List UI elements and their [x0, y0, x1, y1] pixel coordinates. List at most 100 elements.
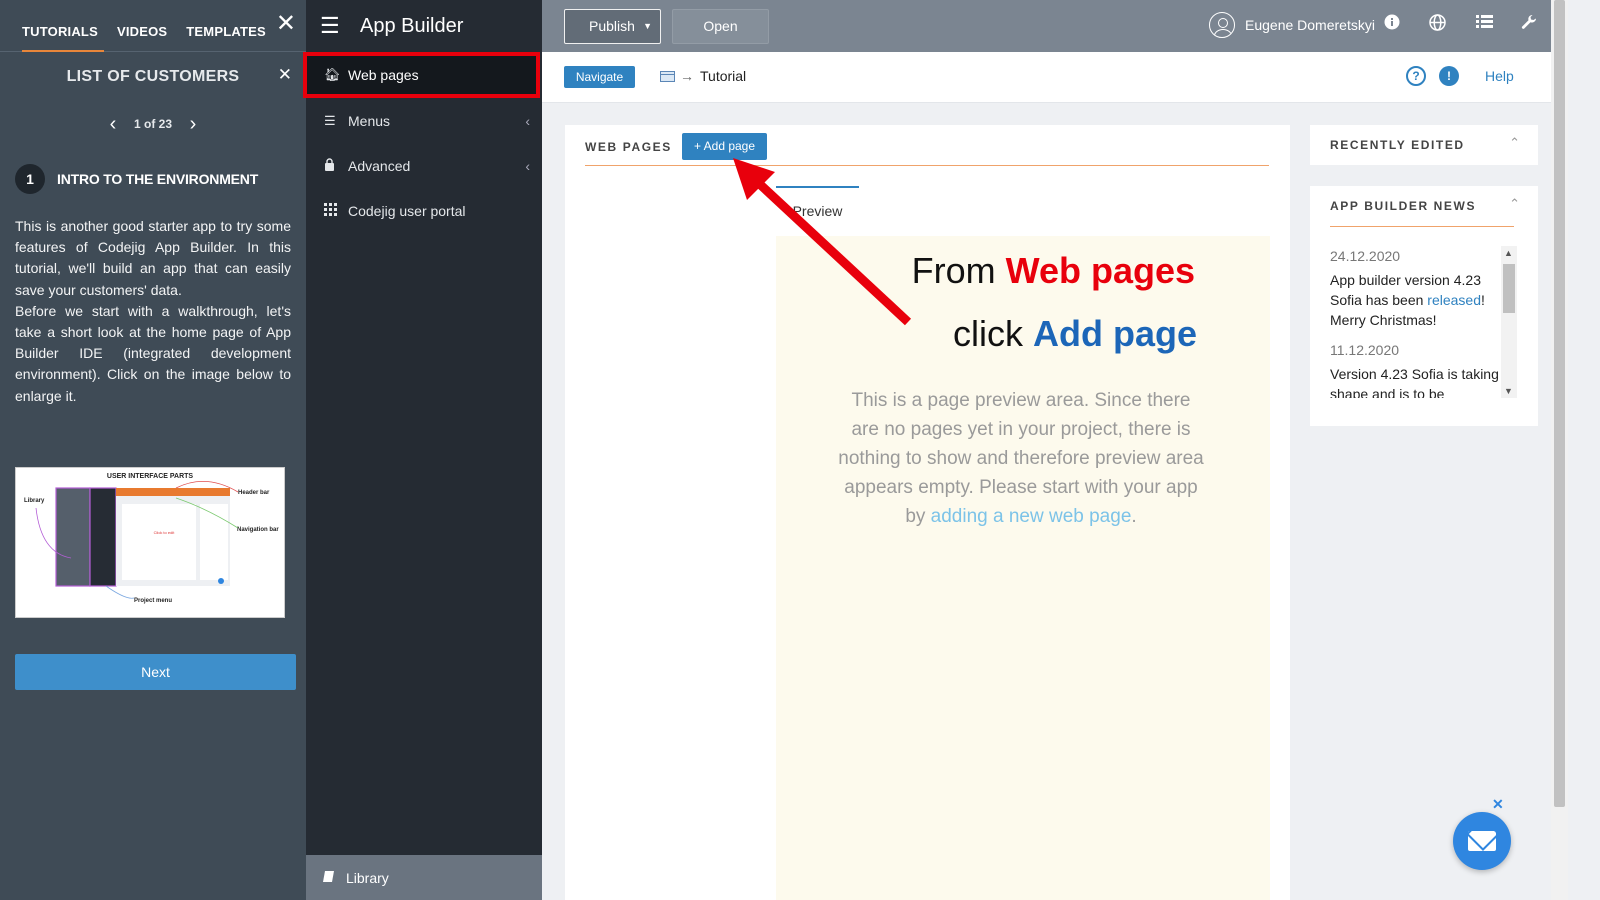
- news-list: 24.12.2020 App builder version 4.23 Sofi…: [1330, 246, 1500, 398]
- chevron-up-icon[interactable]: ⌃: [1509, 196, 1520, 212]
- project-sidebar: ☰ App Builder 🏠︎ Web pages ☰ Menus ‹ Adv…: [303, 0, 542, 900]
- breadcrumb-item[interactable]: Tutorial: [700, 68, 746, 84]
- sidebar-item-label: Codejig user portal: [348, 202, 466, 219]
- user-menu[interactable]: Eugene Domeretskyi: [1209, 12, 1375, 38]
- scroll-up-icon[interactable]: ▲: [1504, 248, 1513, 258]
- tutorial-tabs: TUTORIALS VIDEOS TEMPLATES ✕: [0, 0, 306, 52]
- navigate-button[interactable]: Navigate: [564, 66, 635, 88]
- tutorial-title: LIST OF CUSTOMERS: [66, 68, 240, 85]
- news-title: APP BUILDER NEWS: [1330, 199, 1477, 213]
- callout-line-1: From Web pages: [912, 250, 1195, 292]
- add-web-page-link[interactable]: adding a new web page: [931, 506, 1132, 527]
- preview-message: This is a page preview area. Since there…: [836, 386, 1206, 531]
- hamburger-menu-icon[interactable]: ☰: [320, 13, 348, 39]
- pager-text: 1 of 23: [133, 117, 172, 131]
- chat-button[interactable]: [1453, 812, 1511, 870]
- page-scroll-thumb[interactable]: [1554, 0, 1565, 807]
- tab-videos[interactable]: VIDEOS: [117, 0, 167, 52]
- scroll-down-icon[interactable]: ▼: [1504, 386, 1513, 396]
- news-divider: [1330, 226, 1514, 227]
- breadcrumb: → Tutorial: [660, 68, 746, 84]
- close-chat-icon[interactable]: ✕: [1492, 796, 1504, 813]
- help-link[interactable]: Help: [1485, 68, 1514, 84]
- news-entry: 11.12.2020 Version 4.23 Sofia is taking …: [1330, 340, 1500, 398]
- ui-parts-image[interactable]: USER INTERFACE PARTS Library Header bar …: [15, 467, 285, 618]
- library-button[interactable]: Library: [306, 855, 542, 900]
- news-date: 11.12.2020: [1330, 342, 1400, 358]
- arrow-right-icon: →: [680, 68, 694, 84]
- callout-prefix-1: From: [911, 250, 1006, 291]
- sidebar-menu: 🏠︎ Web pages ☰ Menus ‹ Advanced ‹ Codeji…: [303, 52, 542, 233]
- header-bar: Publish ▼ Open Eugene Domeretskyi: [542, 0, 1568, 52]
- panel-header: WEB PAGES + Add page: [585, 133, 1269, 166]
- news-scrollbar[interactable]: ▲ ▼: [1501, 246, 1517, 398]
- globe-icon[interactable]: [1429, 14, 1446, 36]
- sidebar-item-label: Menus: [348, 112, 391, 129]
- sidebar-item-advanced[interactable]: Advanced ‹: [306, 143, 542, 188]
- lock-icon: [324, 157, 348, 174]
- sidebar-header: ☰ App Builder: [306, 0, 542, 52]
- diagram-label-header: Header bar: [238, 490, 270, 496]
- web-pages-panel: WEB PAGES + Add page Preview From Web pa…: [565, 125, 1290, 900]
- news-scroll-thumb[interactable]: [1503, 264, 1515, 313]
- tab-templates[interactable]: TEMPLATES: [186, 0, 266, 52]
- recently-edited-panel: RECENTLY EDITED ⌃: [1310, 125, 1538, 165]
- diagram-title: USER INTERFACE PARTS: [107, 473, 194, 480]
- sidebar-item-label: Web pages: [348, 67, 419, 83]
- tutorial-text-p2: Before we start with a walkthrough, let'…: [15, 302, 291, 404]
- step-title: INTRO TO THE ENVIRONMENT: [57, 171, 259, 187]
- caret-down-icon: ▼: [643, 21, 652, 31]
- news-panel: APP BUILDER NEWS ⌃ 24.12.2020 App builde…: [1310, 186, 1538, 426]
- alert-badge-icon[interactable]: !: [1439, 66, 1459, 86]
- callout-highlight-add-page: Add page: [1032, 313, 1197, 354]
- tab-tutorials[interactable]: TUTORIALS: [22, 0, 104, 52]
- question-icon[interactable]: ?: [1406, 66, 1426, 86]
- tutorial-text-p1: This is another good starter app to try …: [15, 218, 291, 298]
- diagram-label-library: Library: [24, 498, 45, 504]
- tutorial-text: This is another good starter app to try …: [15, 216, 291, 407]
- chevron-left-icon: ‹: [525, 157, 530, 174]
- open-button[interactable]: Open: [672, 9, 769, 44]
- next-button[interactable]: Next: [15, 654, 296, 690]
- close-list-icon[interactable]: ✕: [278, 65, 292, 85]
- close-tutorial-icon[interactable]: ✕: [276, 12, 296, 36]
- step-header: 1 INTRO TO THE ENVIRONMENT: [0, 162, 306, 196]
- tutorial-panel: TUTORIALS VIDEOS TEMPLATES ✕ LIST OF CUS…: [0, 0, 306, 900]
- pager-prev-icon[interactable]: ‹: [98, 113, 128, 136]
- bars-icon: ☰: [324, 112, 336, 128]
- chevron-left-icon: ‹: [525, 112, 530, 129]
- info-icon[interactable]: [1384, 14, 1400, 35]
- sidebar-item-label: Advanced: [348, 157, 411, 174]
- news-date: 24.12.2020: [1330, 248, 1401, 264]
- grid-icon: [324, 202, 348, 219]
- publish-button[interactable]: Publish ▼: [564, 9, 661, 44]
- red-arrow-annotation: [733, 158, 912, 326]
- sidebar-item-user-portal[interactable]: Codejig user portal: [306, 188, 542, 233]
- window-icon: [660, 70, 675, 82]
- diagram-label-click-to-edit: Click to edit: [154, 530, 176, 535]
- news-text: Version 4.23 Sofia is taking shape and i…: [1330, 366, 1499, 398]
- list-icon[interactable]: [1476, 14, 1493, 34]
- publish-label: Publish: [589, 18, 635, 34]
- pager-next-icon[interactable]: ›: [178, 113, 208, 136]
- panel-title: WEB PAGES: [585, 140, 672, 154]
- envelope-icon: [1468, 831, 1496, 851]
- ui-parts-diagram: USER INTERFACE PARTS Library Header bar …: [24, 473, 279, 604]
- tutorial-pager: ‹ 1 of 23 ›: [0, 104, 306, 144]
- news-link-released[interactable]: released: [1427, 292, 1481, 308]
- callout-highlight-web-pages: Web pages: [1005, 250, 1195, 291]
- tutorial-title-row: LIST OF CUSTOMERS ✕: [0, 52, 306, 104]
- app-title: App Builder: [360, 14, 464, 37]
- news-text: App builder version 4.23 Sofia has been …: [1330, 270, 1500, 330]
- wrench-icon[interactable]: [1521, 14, 1537, 35]
- preview-area: From Web pages click Add page This is a …: [776, 236, 1270, 900]
- recently-edited-title: RECENTLY EDITED: [1330, 138, 1465, 152]
- sidebar-item-web-pages[interactable]: 🏠︎ Web pages: [303, 52, 540, 98]
- page-scrollbar[interactable]: [1551, 0, 1568, 900]
- sidebar-item-menus[interactable]: ☰ Menus ‹: [306, 98, 542, 143]
- callout-prefix-2: click: [952, 313, 1033, 354]
- preview-message-end: .: [1131, 506, 1137, 527]
- diagram-label-project-menu: Project menu: [134, 598, 172, 604]
- chevron-up-icon[interactable]: ⌃: [1509, 135, 1520, 151]
- news-entry: 24.12.2020 App builder version 4.23 Sofi…: [1330, 246, 1500, 330]
